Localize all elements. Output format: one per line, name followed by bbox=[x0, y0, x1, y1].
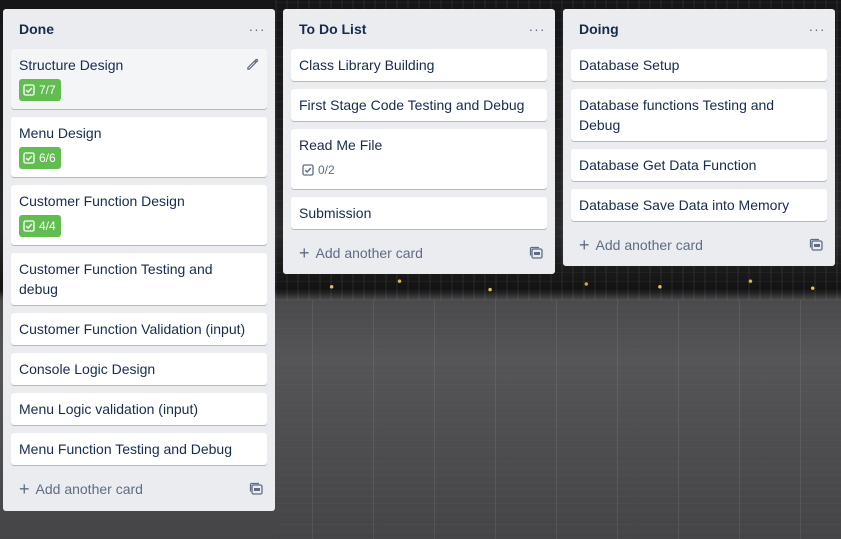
list-header: To Do List ··· bbox=[291, 9, 547, 49]
list-header: Done ··· bbox=[11, 9, 267, 49]
card-composer: + Add another card bbox=[11, 473, 267, 505]
card-title: Menu Design bbox=[19, 125, 102, 141]
card[interactable]: Submission bbox=[291, 197, 547, 229]
card[interactable]: Menu Design 6/6 bbox=[11, 117, 267, 177]
card-title: Database Save Data into Memory bbox=[579, 197, 790, 213]
card[interactable]: First Stage Code Testing and Debug bbox=[291, 89, 547, 121]
add-card-label: Add another card bbox=[315, 245, 423, 261]
add-card-button[interactable]: + Add another card bbox=[19, 480, 143, 498]
background-lights bbox=[275, 270, 841, 298]
card-title: Database Setup bbox=[579, 57, 680, 73]
checklist-count: 6/6 bbox=[39, 151, 56, 165]
checklist-badge: 0/2 bbox=[299, 159, 339, 181]
plus-icon: + bbox=[19, 479, 30, 499]
card[interactable]: Customer Function Design 4/4 bbox=[11, 185, 267, 245]
card-title: Customer Function Design bbox=[19, 193, 185, 209]
card[interactable]: Database Setup bbox=[571, 49, 827, 81]
card-title: Submission bbox=[299, 205, 372, 221]
add-card-button[interactable]: + Add another card bbox=[299, 244, 423, 262]
list-title[interactable]: To Do List bbox=[299, 21, 366, 37]
card[interactable]: Console Logic Design bbox=[11, 353, 267, 385]
card[interactable]: Menu Logic validation (input) bbox=[11, 393, 267, 425]
add-card-label: Add another card bbox=[595, 237, 703, 253]
card[interactable]: Class Library Building bbox=[291, 49, 547, 81]
card-title: Menu Function Testing and Debug bbox=[19, 441, 232, 457]
checkbox-icon bbox=[302, 164, 314, 176]
card-template-icon[interactable] bbox=[249, 482, 263, 496]
card[interactable]: Customer Function Validation (input) bbox=[11, 313, 267, 345]
card-title: Menu Logic validation (input) bbox=[19, 401, 198, 417]
card[interactable]: Read Me File 0/2 bbox=[291, 129, 547, 189]
card[interactable]: Customer Function Testing and debug bbox=[11, 253, 267, 305]
card[interactable]: Database Get Data Function bbox=[571, 149, 827, 181]
list-doing: Doing ··· Database Setup Database functi… bbox=[563, 9, 835, 266]
card-composer: + Add another card bbox=[571, 229, 827, 261]
card-composer: + Add another card bbox=[291, 237, 547, 269]
pencil-icon[interactable] bbox=[243, 55, 261, 73]
checkbox-icon bbox=[23, 84, 35, 96]
card[interactable]: Menu Function Testing and Debug bbox=[11, 433, 267, 465]
add-card-button[interactable]: + Add another card bbox=[579, 236, 703, 254]
card-title: Read Me File bbox=[299, 137, 383, 153]
list-header: Doing ··· bbox=[571, 9, 827, 49]
checklist-badge: 7/7 bbox=[19, 79, 61, 101]
add-card-label: Add another card bbox=[35, 481, 143, 497]
card-title: Customer Function Validation (input) bbox=[19, 321, 246, 337]
card-title: First Stage Code Testing and Debug bbox=[299, 97, 525, 113]
plus-icon: + bbox=[579, 235, 590, 255]
ellipsis-icon[interactable]: ··· bbox=[807, 21, 827, 37]
checkbox-icon bbox=[23, 152, 35, 164]
card-template-icon[interactable] bbox=[809, 238, 823, 252]
ellipsis-icon[interactable]: ··· bbox=[247, 21, 267, 37]
card-template-icon[interactable] bbox=[529, 246, 543, 260]
list-title[interactable]: Doing bbox=[579, 21, 619, 37]
card[interactable]: Database Save Data into Memory bbox=[571, 189, 827, 221]
checklist-count: 4/4 bbox=[39, 219, 56, 233]
checkbox-icon bbox=[23, 220, 35, 232]
checklist-count: 7/7 bbox=[39, 83, 56, 97]
card-title: Console Logic Design bbox=[19, 361, 156, 377]
card-title: Database Get Data Function bbox=[579, 157, 757, 173]
list-title[interactable]: Done bbox=[19, 21, 54, 37]
background-water bbox=[275, 300, 841, 539]
card[interactable]: Database functions Testing and Debug bbox=[571, 89, 827, 141]
plus-icon: + bbox=[299, 243, 310, 263]
list-to-do: To Do List ··· Class Library Building Fi… bbox=[283, 9, 555, 274]
card[interactable]: Structure Design 7/7 bbox=[11, 49, 267, 109]
card-title: Structure Design bbox=[19, 57, 124, 73]
checklist-count: 0/2 bbox=[318, 163, 335, 177]
card-title: Class Library Building bbox=[299, 57, 435, 73]
card-title: Customer Function Testing and debug bbox=[19, 261, 213, 297]
ellipsis-icon[interactable]: ··· bbox=[527, 21, 547, 37]
checklist-badge: 6/6 bbox=[19, 147, 61, 169]
list-done: Done ··· Structure Design 7/7 Menu Desig… bbox=[3, 9, 275, 511]
card-title: Database functions Testing and Debug bbox=[579, 97, 775, 133]
checklist-badge: 4/4 bbox=[19, 215, 61, 237]
